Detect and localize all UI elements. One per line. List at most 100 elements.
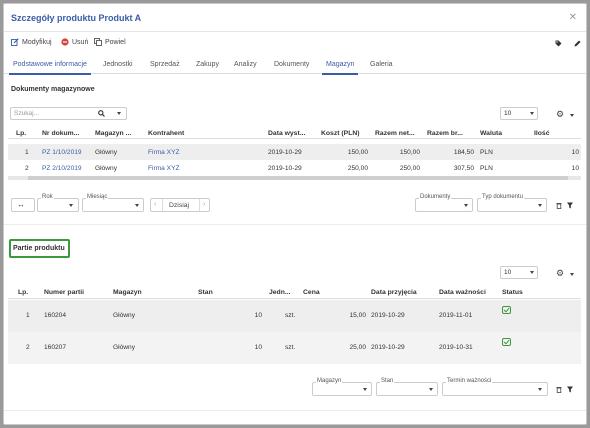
cell-doc-number[interactable]: PZ 1/10/2019 — [42, 149, 82, 156]
month-label: Miesiąc — [86, 194, 109, 200]
batches-settings-chevron-down-icon[interactable] — [570, 273, 574, 276]
col-batch-number[interactable]: Numer partii — [44, 289, 84, 296]
prev-chevron-left-icon[interactable]: ‹ — [154, 201, 156, 208]
col-stock[interactable]: Stan — [198, 289, 213, 296]
cell-lp: 1 — [25, 149, 29, 156]
trash-icon[interactable] — [556, 202, 562, 209]
cell-price: 25,00 — [349, 344, 366, 351]
today-button[interactable]: Dzisiaj — [169, 202, 189, 209]
table-row[interactable]: 1 160204 Główny 10 szt. 15,00 2019-10-29… — [8, 300, 581, 332]
duplicate-button[interactable]: Powiel — [94, 38, 126, 46]
tab-analyses[interactable]: Analizy — [234, 61, 257, 68]
search-input[interactable]: Szukaj... — [10, 107, 127, 120]
col-price[interactable]: Cena — [303, 289, 320, 296]
cell-warehouse: Główny — [95, 165, 117, 172]
col-unit[interactable]: Jedn... — [269, 289, 291, 296]
batch-warehouse-label: Magazyn — [316, 378, 343, 384]
documents-label: Dokumenty — [419, 194, 452, 200]
col-lp[interactable]: Lp. — [16, 130, 26, 137]
tab-bar: Podstawowe informacje Jednostki Sprzedaż… — [4, 56, 586, 75]
cell-expiry-date: 2019-10-31 — [439, 344, 473, 351]
tab-purchases[interactable]: Zakupy — [196, 61, 219, 68]
filter-icon[interactable] — [567, 386, 573, 393]
table-row[interactable]: 2 160207 Główny 10 szt. 25,00 2019-10-29… — [8, 332, 581, 364]
cell-batch-number: 160207 — [44, 344, 67, 351]
cell-stock: 10 — [254, 344, 262, 351]
tab-documents[interactable]: Dokumenty — [274, 61, 309, 68]
cell-contractor[interactable]: Firma XYZ — [148, 149, 180, 156]
docs-horizontal-scrollbar[interactable] — [8, 176, 581, 180]
arrows-horizontal-icon: ↔ — [17, 200, 25, 209]
col-doc-number[interactable]: Nr dokum... — [42, 130, 79, 137]
col-status[interactable]: Status — [502, 289, 523, 296]
cell-cost: 150,00 — [347, 149, 368, 156]
cell-net-total: 150,00 — [399, 149, 420, 156]
filter-icon[interactable] — [567, 202, 573, 209]
col-receipt-date[interactable]: Data przyjęcia — [371, 289, 417, 296]
edit-icon — [11, 38, 19, 46]
cell-net-total: 250,00 — [399, 165, 420, 172]
cell-doc-number[interactable]: PZ 2/10/2019 — [42, 165, 82, 172]
col-warehouse[interactable]: Magazyn — [113, 289, 142, 296]
expiry-label: Termin ważności — [446, 378, 493, 384]
col-warehouse[interactable]: Magazyn ... — [95, 130, 131, 137]
table-row[interactable]: 1 PZ 1/10/2019 Główny Firma XYZ 2019-10-… — [8, 144, 581, 160]
delete-button[interactable]: Usuń — [61, 38, 88, 46]
tab-basic-info[interactable]: Podstawowe informacje — [9, 61, 91, 75]
search-icon[interactable] — [98, 110, 105, 117]
col-quantity[interactable]: Ilość — [534, 130, 550, 137]
tab-units[interactable]: Jednostki — [103, 61, 133, 68]
cell-receipt-date: 2019-10-29 — [371, 312, 405, 319]
toolbar: Modyfikuj Usuń Powiel — [4, 34, 586, 54]
tab-gallery[interactable]: Galeria — [370, 61, 393, 68]
table-row[interactable]: 2 PZ 2/10/2019 Główny Firma XYZ 2019-10-… — [8, 160, 581, 176]
docs-settings-chevron-down-icon[interactable] — [570, 114, 574, 117]
col-expiry-date[interactable]: Data ważności — [439, 289, 486, 296]
col-net-total[interactable]: Razem net... — [375, 130, 415, 137]
status-ok-icon — [502, 306, 511, 314]
tab-warehouse[interactable]: Magazyn — [321, 61, 359, 75]
col-lp[interactable]: Lp. — [18, 289, 28, 296]
close-icon[interactable]: ✕ — [569, 12, 577, 23]
batches-settings-gear-icon[interactable]: ⚙ — [556, 268, 564, 279]
docs-settings-gear-icon[interactable]: ⚙ — [556, 109, 564, 120]
cell-gross-total: 307,50 — [453, 165, 474, 172]
modal-footer-divider — [4, 410, 586, 411]
modal-header: Szczegóły produktu Produkt A ✕ — [4, 4, 586, 32]
minus-circle-icon — [61, 38, 69, 46]
scrollbar-thumb[interactable] — [28, 176, 568, 180]
cell-issue-date: 2019-10-29 — [268, 149, 302, 156]
tab-sales[interactable]: Sprzedaż — [150, 61, 180, 68]
docs-page-size-value: 10 — [504, 110, 512, 117]
cell-cost: 250,00 — [347, 165, 368, 172]
copy-icon — [94, 38, 102, 46]
col-cost[interactable]: Koszt (PLN) — [321, 130, 360, 137]
status-ok-icon — [502, 338, 511, 346]
tag-icon[interactable] — [555, 40, 562, 47]
expiry-select[interactable] — [442, 382, 548, 396]
cell-receipt-date: 2019-10-29 — [371, 344, 405, 351]
col-contractor[interactable]: Kontrahent — [148, 130, 184, 137]
modify-button[interactable]: Modyfikuj — [11, 38, 52, 46]
expand-range-button[interactable]: ↔ — [11, 198, 35, 212]
trash-icon[interactable] — [556, 386, 562, 393]
pencil-icon[interactable] — [574, 40, 581, 47]
col-issue-date[interactable]: Data wyst... — [268, 130, 305, 137]
batches-table-header: Lp. Numer partii Magazyn Stan Jedn... Ce… — [8, 286, 581, 299]
search-options-chevron-down-icon[interactable] — [117, 112, 121, 115]
product-details-modal: Szczegóły produktu Produkt A ✕ Modyfikuj… — [3, 3, 587, 425]
documents-chevron-down-icon — [464, 204, 468, 207]
cell-unit: szt. — [285, 312, 296, 319]
cell-lp: 1 — [26, 312, 30, 319]
doc-type-select[interactable] — [477, 198, 547, 212]
warehouse-docs-title: Dokumenty magazynowe — [11, 86, 95, 93]
cell-contractor[interactable]: Firma XYZ — [148, 165, 180, 172]
cell-unit: szt. — [285, 344, 296, 351]
batches-page-size-chevron-down-icon — [530, 271, 534, 274]
batches-title: Partie produktu — [13, 245, 65, 252]
batch-stock-chevron-down-icon — [429, 388, 433, 391]
next-chevron-right-icon[interactable]: › — [203, 201, 205, 208]
col-currency[interactable]: Waluta — [480, 130, 502, 137]
col-gross-total[interactable]: Razem br... — [427, 130, 463, 137]
date-navigator: ‹ Dzisiaj › — [150, 198, 210, 212]
